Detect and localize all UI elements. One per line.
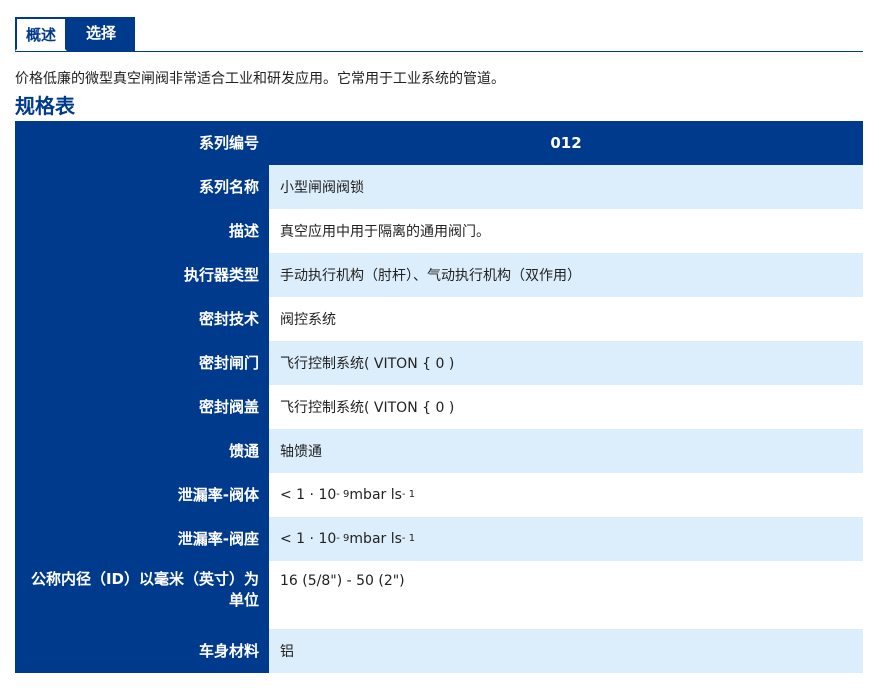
spec-row-series-no: 系列编号 012 bbox=[15, 121, 863, 165]
spec-key: 车身材料 bbox=[15, 629, 269, 673]
spec-row-nominal-id: 公称内径（ID）以毫米（英寸）为单位 16 (5/8") - 50 (2") bbox=[15, 561, 863, 629]
spec-row-seal-gate: 密封闸门 飞行控制系统( VITON { 0 ) bbox=[15, 341, 863, 385]
intro-text: 价格低廉的微型真空闸阀非常适合工业和研发应用。它常用于工业系统的管道。 bbox=[15, 71, 505, 87]
spec-row-leak-seat: 泄漏率-阀座 < 1 · 10- 9 mbar ls - 1 bbox=[15, 517, 863, 561]
spec-value: 铝 bbox=[269, 629, 863, 673]
spec-row-body-material: 车身材料 铝 bbox=[15, 629, 863, 673]
spec-key: 系列编号 bbox=[15, 121, 269, 165]
spec-key: 执行器类型 bbox=[15, 253, 269, 297]
spec-key: 公称内径（ID）以毫米（英寸）为单位 bbox=[15, 561, 269, 629]
spec-value: 真空应用中用于隔离的通用阀门。 bbox=[269, 209, 863, 253]
leak-prefix: < 1 · 10 bbox=[280, 487, 337, 503]
spec-row-series-name: 系列名称 小型闸阀阀锁 bbox=[15, 165, 863, 209]
leak-unit: mbar ls bbox=[349, 531, 402, 547]
spec-value: 飞行控制系统( VITON { 0 ) bbox=[269, 341, 863, 385]
spec-row-seal-tech: 密封技术 阀控系统 bbox=[15, 297, 863, 341]
spec-value: 阀控系统 bbox=[269, 297, 863, 341]
spec-value: < 1 · 10- 9 mbar ls - 1 bbox=[269, 473, 863, 517]
spec-value: 手动执行机构（肘杆）、气动执行机构（双作用） bbox=[269, 253, 863, 297]
leak-prefix: < 1 · 10 bbox=[280, 531, 337, 547]
leak-unit: mbar ls bbox=[349, 487, 402, 503]
spec-row-seal-bonnet: 密封阀盖 飞行控制系统( VITON { 0 ) bbox=[15, 385, 863, 429]
spec-row-actuator: 执行器类型 手动执行机构（肘杆）、气动执行机构（双作用） bbox=[15, 253, 863, 297]
spec-key: 描述 bbox=[15, 209, 269, 253]
spec-key: 泄漏率-阀座 bbox=[15, 517, 269, 561]
tab-bar: 概述 选择 bbox=[15, 17, 863, 52]
tab-overview[interactable]: 概述 bbox=[15, 17, 67, 51]
spec-value: 飞行控制系统( VITON { 0 ) bbox=[269, 385, 863, 429]
spec-key: 密封阀盖 bbox=[15, 385, 269, 429]
section-heading: 规格表 bbox=[15, 94, 75, 118]
spec-value: 小型闸阀阀锁 bbox=[269, 165, 863, 209]
spec-key: 泄漏率-阀体 bbox=[15, 473, 269, 517]
spec-row-description: 描述 真空应用中用于隔离的通用阀门。 bbox=[15, 209, 863, 253]
spec-row-leak-body: 泄漏率-阀体 < 1 · 10- 9 mbar ls - 1 bbox=[15, 473, 863, 517]
spec-value: 轴馈通 bbox=[269, 429, 863, 473]
spec-value: 012 bbox=[269, 121, 863, 165]
tab-select[interactable]: 选择 bbox=[67, 17, 135, 51]
spec-value: < 1 · 10- 9 mbar ls - 1 bbox=[269, 517, 863, 561]
spec-row-feedthrough: 馈通 轴馈通 bbox=[15, 429, 863, 473]
spec-key: 密封闸门 bbox=[15, 341, 269, 385]
spec-key: 馈通 bbox=[15, 429, 269, 473]
spec-table: 系列编号 012 系列名称 小型闸阀阀锁 描述 真空应用中用于隔离的通用阀门。 … bbox=[15, 121, 863, 673]
spec-key: 密封技术 bbox=[15, 297, 269, 341]
spec-value: 16 (5/8") - 50 (2") bbox=[269, 561, 863, 629]
spec-key: 系列名称 bbox=[15, 165, 269, 209]
